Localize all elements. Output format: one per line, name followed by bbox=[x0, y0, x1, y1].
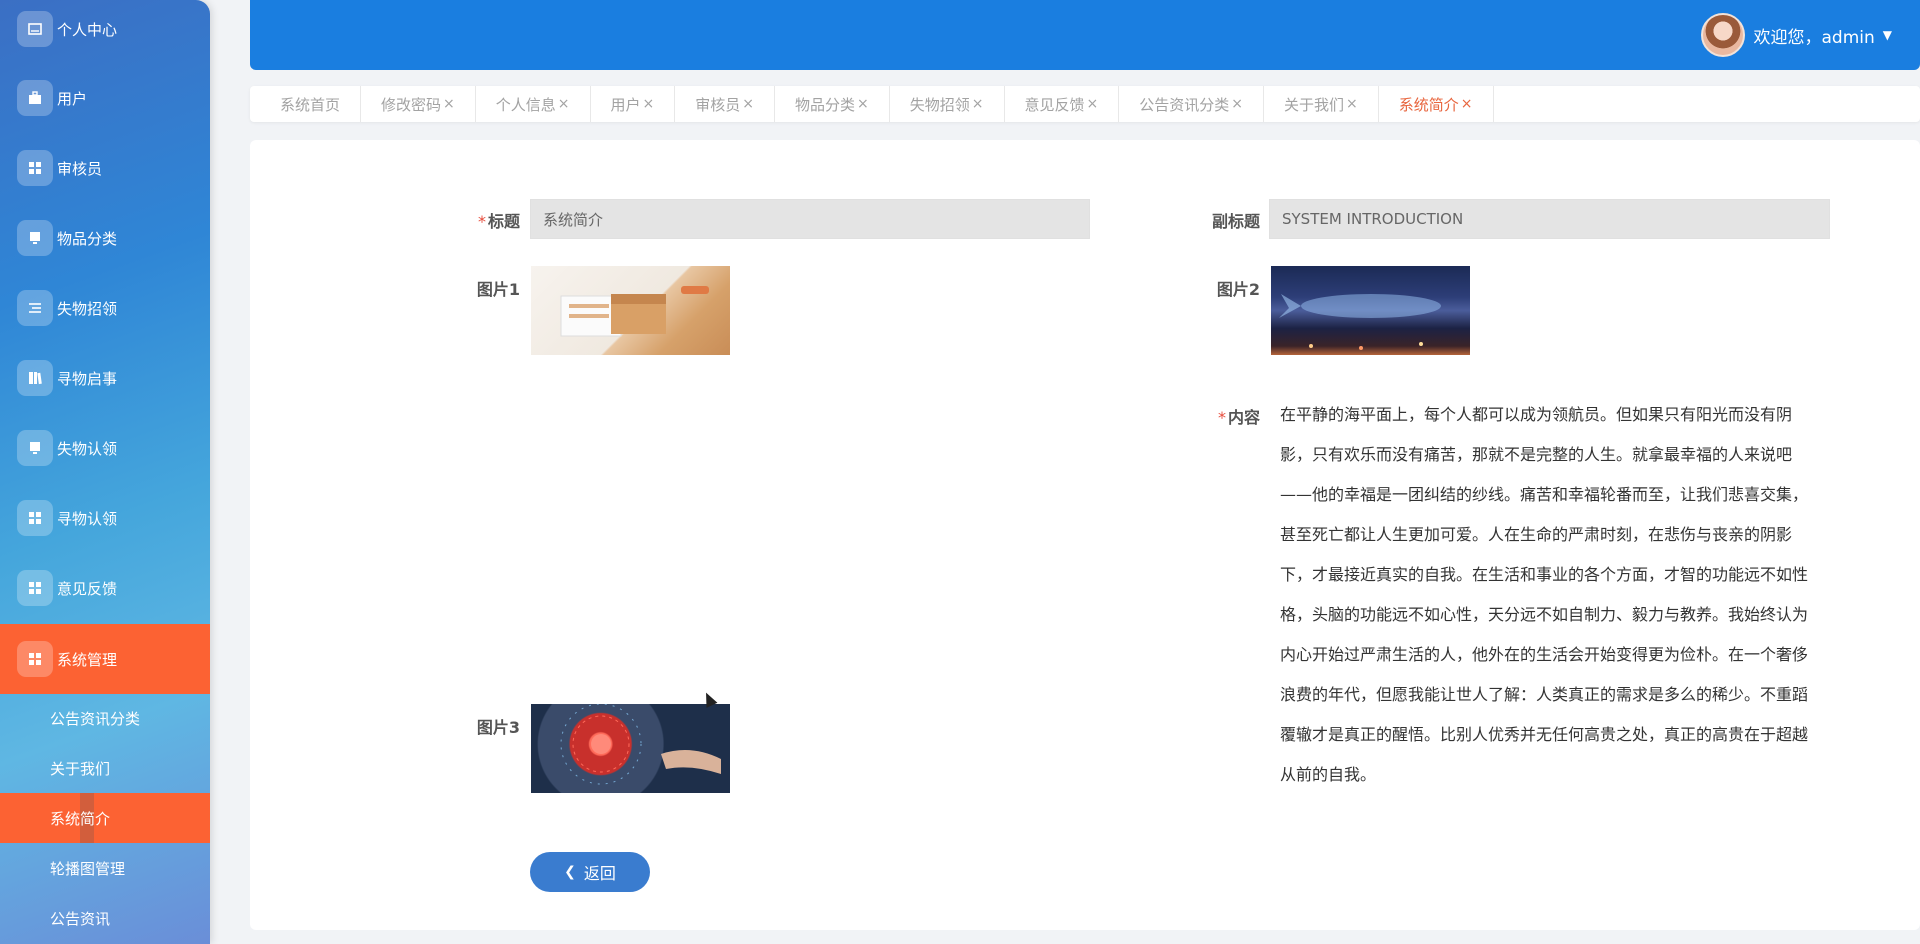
sidebar-subitem-about[interactable]: 关于我们 bbox=[0, 743, 210, 793]
sidebar-subitem-notice[interactable]: 公告资讯 bbox=[0, 893, 210, 943]
content-label-text: 内容 bbox=[1227, 408, 1260, 427]
pic1-label: 图片1 bbox=[476, 280, 520, 299]
top-header: 欢迎您，admin ▼ bbox=[250, 0, 1920, 70]
sidebar-subitem-intro[interactable]: 系统简介 bbox=[0, 793, 210, 843]
close-icon[interactable]: × bbox=[1231, 96, 1243, 112]
chevron-left-icon: ❮ bbox=[564, 864, 576, 880]
tab-notice-category[interactable]: 公告资讯分类 × bbox=[1119, 86, 1265, 122]
close-icon[interactable]: × bbox=[1346, 96, 1358, 112]
pic3-label: 图片3 bbox=[476, 718, 520, 737]
sidebar-item-reviewer[interactable]: 审核员 bbox=[0, 136, 210, 200]
tab-label: 系统简介 bbox=[1398, 95, 1459, 114]
sidebar-item-label: 物品分类 bbox=[57, 229, 118, 248]
sidebar-item-label: 个人中心 bbox=[57, 20, 118, 39]
tab-reviewer[interactable]: 审核员 × bbox=[675, 86, 776, 122]
required-mark: * bbox=[477, 212, 486, 231]
close-icon[interactable]: × bbox=[558, 96, 570, 112]
close-icon[interactable]: × bbox=[443, 96, 455, 112]
close-icon[interactable]: × bbox=[742, 96, 754, 112]
close-icon[interactable]: × bbox=[857, 96, 869, 112]
user-menu[interactable]: 欢迎您，admin ▼ bbox=[1701, 13, 1892, 57]
content-label: * 内容 bbox=[1200, 404, 1260, 428]
sidebar-subitem-label: 公告资讯 bbox=[50, 909, 111, 928]
sidebar-item-label: 意见反馈 bbox=[57, 579, 118, 598]
tab-home[interactable]: 系统首页 bbox=[260, 86, 362, 122]
pic2-image[interactable] bbox=[1271, 266, 1470, 355]
sidebar-subitem-carousel[interactable]: 轮播图管理 bbox=[0, 843, 210, 893]
close-icon[interactable]: × bbox=[643, 96, 655, 112]
sidebar-item-label: 用户 bbox=[57, 89, 88, 108]
sidebar-item-label: 寻物认领 bbox=[57, 509, 118, 528]
tab-label: 修改密码 bbox=[381, 95, 442, 114]
grid-icon bbox=[17, 570, 53, 606]
title-field[interactable]: 系统简介 bbox=[530, 199, 1090, 239]
title-label-text: 标题 bbox=[487, 212, 520, 231]
back-button[interactable]: ❮ 返回 bbox=[530, 852, 650, 892]
sidebar-item-user[interactable]: 用户 bbox=[0, 66, 210, 130]
tab-about[interactable]: 关于我们 × bbox=[1264, 86, 1379, 122]
tab-label: 关于我们 bbox=[1284, 95, 1345, 114]
subtitle-label: 副标题 bbox=[1211, 212, 1260, 231]
sidebar-item-lost-notice[interactable]: 寻物启事 bbox=[0, 346, 210, 410]
required-mark: * bbox=[1217, 408, 1226, 427]
sidebar-item-lost-found[interactable]: 失物招领 bbox=[0, 276, 210, 340]
grid-icon bbox=[17, 641, 53, 677]
pic1-image[interactable] bbox=[531, 266, 730, 355]
tab-change-password[interactable]: 修改密码 × bbox=[361, 86, 476, 122]
tab-label: 审核员 bbox=[695, 95, 741, 114]
grid-icon bbox=[17, 500, 53, 536]
card-icon bbox=[17, 11, 53, 47]
sidebar-subitem-label: 系统简介 bbox=[50, 809, 111, 828]
tab-label: 失物招领 bbox=[909, 95, 970, 114]
sidebar-subitem-label: 公告资讯分类 bbox=[50, 709, 141, 728]
close-icon[interactable]: × bbox=[972, 96, 984, 112]
sidebar: 个人中心 用户 审核员 物品分类 失物招领 寻物启事 失物认领 寻物认领 意见反… bbox=[0, 0, 210, 944]
sidebar-item-profile[interactable]: 个人中心 bbox=[0, 0, 210, 61]
tab-lost-found[interactable]: 失物招领 × bbox=[890, 86, 1005, 122]
monitor-icon bbox=[17, 220, 53, 256]
welcome-text: 欢迎您，admin bbox=[1753, 27, 1875, 48]
briefcase-icon bbox=[17, 80, 53, 116]
sidebar-subitem-notice-category[interactable]: 公告资讯分类 bbox=[0, 693, 210, 743]
sidebar-subitem-label: 轮播图管理 bbox=[50, 859, 126, 878]
sidebar-item-item-category[interactable]: 物品分类 bbox=[0, 206, 210, 270]
sidebar-item-label: 失物招领 bbox=[57, 299, 118, 318]
pic2-label: 图片2 bbox=[1216, 280, 1260, 299]
sidebar-item-label: 失物认领 bbox=[57, 439, 118, 458]
content-text: 在平静的海平面上，每个人都可以成为领航员。但如果只有阳光而没有阴影，只有欢乐而没… bbox=[1280, 405, 1809, 784]
sidebar-item-label: 系统管理 bbox=[57, 650, 118, 669]
tab-label: 公告资讯分类 bbox=[1139, 95, 1230, 114]
grid-icon bbox=[17, 150, 53, 186]
title-label: * 标题 bbox=[470, 208, 520, 232]
tab-label: 意见反馈 bbox=[1024, 95, 1085, 114]
list-icon bbox=[17, 290, 53, 326]
tab-label: 个人信息 bbox=[495, 95, 556, 114]
tab-label: 系统首页 bbox=[280, 95, 341, 114]
tab-item-category[interactable]: 物品分类 × bbox=[775, 86, 890, 122]
close-icon[interactable]: × bbox=[1461, 96, 1473, 112]
sidebar-subitem-label: 关于我们 bbox=[50, 759, 111, 778]
back-button-label: 返回 bbox=[583, 864, 616, 883]
sidebar-item-label: 寻物启事 bbox=[57, 369, 118, 388]
sidebar-item-feedback[interactable]: 意见反馈 bbox=[0, 556, 210, 620]
tab-label: 用户 bbox=[610, 95, 641, 114]
book-icon bbox=[17, 360, 53, 396]
tab-profile[interactable]: 个人信息 × bbox=[476, 86, 591, 122]
sidebar-item-claim[interactable]: 失物认领 bbox=[0, 416, 210, 480]
avatar bbox=[1701, 13, 1746, 57]
subtitle-field[interactable]: SYSTEM INTRODUCTION bbox=[1269, 199, 1830, 239]
tab-label: 物品分类 bbox=[795, 95, 856, 114]
sidebar-item-system[interactable]: 系统管理 bbox=[0, 624, 210, 694]
sidebar-item-search-claim[interactable]: 寻物认领 bbox=[0, 486, 210, 550]
tab-feedback[interactable]: 意见反馈 × bbox=[1005, 86, 1120, 122]
tab-system-intro[interactable]: 系统简介 × bbox=[1379, 86, 1494, 122]
pic3-image[interactable] bbox=[531, 704, 730, 793]
tab-user[interactable]: 用户 × bbox=[591, 86, 676, 122]
monitor-icon bbox=[17, 430, 53, 466]
sidebar-item-label: 审核员 bbox=[57, 159, 103, 178]
tab-bar: 系统首页 修改密码 × 个人信息 × 用户 × 审核员 × 物品分类 × 失物招领 × 意见… bbox=[250, 86, 1920, 122]
caret-down-icon: ▼ bbox=[1882, 28, 1892, 42]
close-icon[interactable]: × bbox=[1087, 96, 1099, 112]
